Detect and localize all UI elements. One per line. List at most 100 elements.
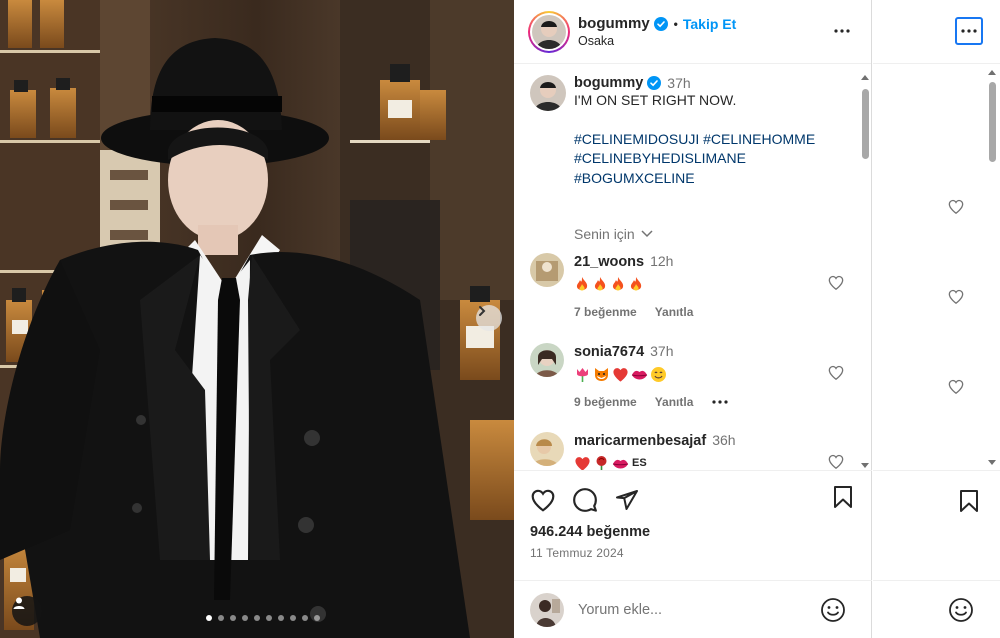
adjacent-action-bar [873,470,1000,580]
post-photo[interactable] [0,0,514,638]
avatar [532,14,566,49]
like-comment-heart-icon[interactable] [948,199,964,219]
location-link[interactable]: Osaka [578,34,736,48]
comment-item: sonia7674 37h 9 beğenme Yanıtla [530,343,850,413]
scrollbar-thumb[interactable] [989,82,996,162]
like-comment-heart-icon[interactable] [828,365,844,385]
like-comment-heart-icon[interactable] [828,275,844,295]
reply-button[interactable]: Yanıtla [655,305,694,319]
slide-dot [266,615,272,621]
comment-more-icon[interactable] [711,399,729,405]
slide-dot [254,615,260,621]
hashtag-link[interactable]: #CELINEBYHEDISLIMANE [574,149,844,169]
comment-username[interactable]: maricarmenbesajaf [574,433,706,449]
red-heart-emoji-icon [575,456,590,470]
rose-emoji-icon [596,455,607,470]
fox-emoji-icon [595,367,608,381]
scroll-up-icon[interactable] [861,75,869,80]
tagged-users-button[interactable] [12,596,42,626]
kiss-mark-emoji-icon [612,459,629,468]
header-username[interactable]: bogummy [578,15,650,32]
comment-item: 21_woons 12h 7 beğenme Yanıtla [530,253,850,323]
avatar [530,592,564,627]
hashtag-list: #CELINEMIDOSUJI #CELINEHOMME #CELINEBYHE… [574,130,844,189]
post-date[interactable]: 11 Temmuz 2024 [530,546,856,560]
comment-username[interactable]: 21_woons [574,254,644,270]
fire-emoji-icon [612,276,624,290]
fire-emoji-icon [576,276,588,290]
like-heart-icon[interactable] [530,488,556,512]
comments-section: bogummy 37h I'M ON SET RIGHT NOW. #CELIN… [514,65,872,470]
reply-button[interactable]: Yanıtla [655,395,694,409]
comment-time[interactable]: 37h [650,343,673,359]
comment-text-suffix: ES [632,457,647,469]
chevron-down-icon [641,230,653,238]
slide-dot [206,615,212,621]
scroll-up-icon[interactable] [988,70,996,75]
chevron-right-icon [479,306,486,316]
tulip-emoji-icon [577,367,588,382]
scroll-down-icon[interactable] [861,463,869,468]
smiling-face-emoji-icon [651,366,666,382]
comment-text [574,275,844,293]
story-ring[interactable] [528,10,570,53]
translation-label: Senin için [574,226,635,242]
translation-toggle[interactable]: Senin için [574,226,653,242]
more-options-button[interactable] [955,17,983,45]
adjacent-post-header [873,0,1000,64]
hashtag-link[interactable]: #BOGUMXCELINE [574,169,844,189]
comments-scrollbar[interactable] [858,75,872,470]
more-options-icon [961,29,977,33]
avatar[interactable] [530,75,566,111]
slide-dot [302,615,308,621]
like-comment-heart-icon[interactable] [948,289,964,309]
slide-dot [242,615,248,621]
caption-username[interactable]: bogummy [574,75,643,91]
adjacent-scrollbar[interactable] [986,66,998,471]
bookmark-icon[interactable] [958,489,980,518]
emoji-picker-icon[interactable] [820,597,846,623]
slide-dot [218,615,224,621]
more-options-icon[interactable] [833,22,851,45]
emoji-picker-icon[interactable] [948,597,974,628]
verified-badge-icon [653,16,668,31]
avatar[interactable] [530,343,564,377]
caption-time[interactable]: 37h [667,75,690,91]
avatar[interactable] [530,432,564,466]
add-comment-bar [514,580,872,638]
caption-text: I'M ON SET RIGHT NOW. [574,92,737,108]
comment-item: maricarmenbesajaf 36h ES [530,432,850,470]
comment-text: ES [574,454,844,470]
post-panel: bogummy • Takip Et Osaka bogummy 37h I'M… [514,0,872,638]
comment-likes[interactable]: 7 beğenme [574,305,637,319]
avatar[interactable] [530,253,564,287]
slide-indicator [206,615,320,621]
comment-icon[interactable] [572,487,598,513]
comment-likes[interactable]: 9 beğenme [574,395,637,409]
adjacent-comment-bar [873,580,1000,638]
like-comment-heart-icon[interactable] [948,379,964,399]
slide-dot [278,615,284,621]
slide-dot [314,615,320,621]
kiss-mark-emoji-icon [631,370,648,379]
hashtag-link[interactable]: #CELINEMIDOSUJI #CELINEHOMME [574,130,844,150]
scrollbar-thumb[interactable] [862,89,869,159]
photo-illustration [0,0,514,638]
comment-username[interactable]: sonia7674 [574,344,644,360]
post-header: bogummy • Takip Et Osaka [514,0,871,64]
likes-count[interactable]: 946.244 beğenme [530,524,856,540]
comment-input[interactable] [578,601,798,618]
bookmark-icon[interactable] [832,485,854,514]
like-comment-heart-icon[interactable] [828,454,844,470]
fire-emoji-icon [630,276,642,290]
comment-time[interactable]: 36h [712,432,735,448]
next-slide-button[interactable] [476,305,502,331]
fire-emoji-icon [594,276,606,290]
share-icon[interactable] [614,488,640,512]
action-bar: 946.244 beğenme 11 Temmuz 2024 [514,470,872,580]
comment-text [574,365,844,383]
slide-dot [290,615,296,621]
scroll-down-icon[interactable] [988,460,996,465]
follow-button[interactable]: Takip Et [683,16,736,32]
comment-time[interactable]: 12h [650,253,673,269]
